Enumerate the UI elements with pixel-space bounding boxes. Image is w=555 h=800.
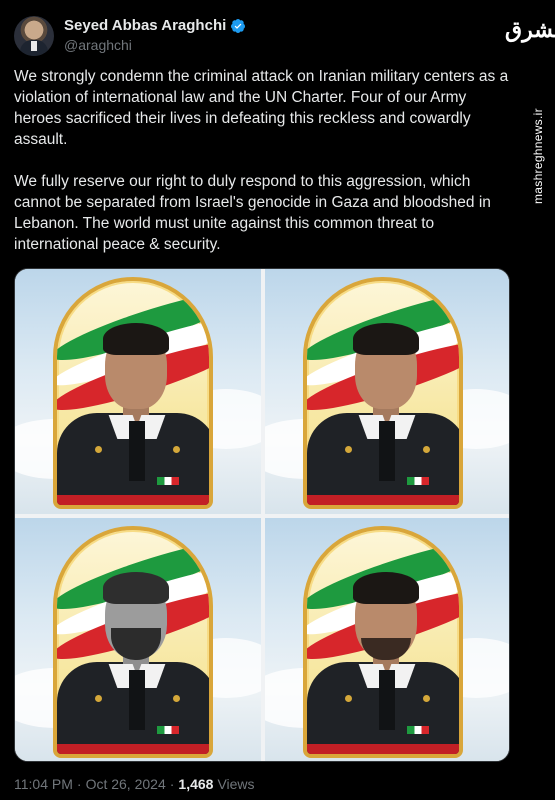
author-name-row: Seyed Abbas Araghchi <box>64 17 246 34</box>
frame-bottom-band <box>307 495 459 505</box>
views-label: Views <box>217 776 255 792</box>
insignia-shape <box>173 446 180 453</box>
tweet-paragraph: We strongly condemn the criminal attack … <box>14 68 509 148</box>
tweet-date[interactable]: Oct 26, 2024 <box>86 776 166 792</box>
tweet-text: We strongly condemn the criminal attack … <box>14 66 514 276</box>
beard-shape <box>111 628 161 660</box>
views-count: 1,468 <box>178 776 214 792</box>
beard-shape <box>361 638 411 660</box>
frame-bottom-band <box>57 744 209 754</box>
portrait-frame <box>303 526 463 758</box>
author-handle[interactable]: @araghchi <box>64 37 246 53</box>
site-url-watermark: mashreghnews.ir <box>531 108 545 204</box>
insignia-shape <box>95 446 102 453</box>
verified-badge-icon <box>231 18 246 33</box>
insignia-shape <box>423 446 430 453</box>
tie-shape <box>129 421 145 481</box>
author-info: Seyed Abbas Araghchi @araghchi <box>64 17 246 53</box>
portrait-frame <box>303 277 463 509</box>
meta-separator: · <box>76 776 82 792</box>
media-photo[interactable] <box>15 518 261 761</box>
meta-separator: · <box>169 776 175 792</box>
frame-bottom-band <box>307 744 459 754</box>
author-name[interactable]: Seyed Abbas Araghchi <box>64 17 226 34</box>
insignia-shape <box>345 695 352 702</box>
hair-shape <box>353 572 419 604</box>
tie-shape <box>379 421 395 481</box>
tweet-card[interactable]: Seyed Abbas Araghchi @araghchi مشرق mash… <box>0 0 555 800</box>
insignia-shape <box>95 695 102 702</box>
hair-shape <box>103 323 169 355</box>
hair-shape <box>103 572 169 604</box>
ribbon-shape <box>157 477 179 485</box>
frame-bottom-band <box>57 495 209 505</box>
mashregh-logo-watermark: مشرق <box>505 17 555 43</box>
hair-shape <box>353 323 419 355</box>
insignia-shape <box>345 446 352 453</box>
media-photo[interactable] <box>265 269 509 514</box>
insignia-shape <box>423 695 430 702</box>
tweet-paragraph: We fully reserve our right to duly respo… <box>14 173 491 253</box>
tie-shape <box>129 670 145 730</box>
avatar-shirt <box>31 41 37 51</box>
portrait-frame <box>53 277 213 509</box>
ribbon-shape <box>407 726 429 734</box>
portrait-frame <box>53 526 213 758</box>
ribbon-shape <box>157 726 179 734</box>
tweet-media-grid <box>14 268 510 762</box>
insignia-shape <box>173 695 180 702</box>
media-photo[interactable] <box>265 518 509 761</box>
tweet-header: Seyed Abbas Araghchi @araghchi <box>14 16 494 60</box>
tweet-time[interactable]: 11:04 PM <box>14 776 73 792</box>
media-photo[interactable] <box>15 269 261 514</box>
ribbon-shape <box>407 477 429 485</box>
tie-shape <box>379 670 395 730</box>
tweet-meta: 11:04 PM · Oct 26, 2024 · 1,468 Views <box>14 776 255 792</box>
author-avatar[interactable] <box>14 16 54 56</box>
